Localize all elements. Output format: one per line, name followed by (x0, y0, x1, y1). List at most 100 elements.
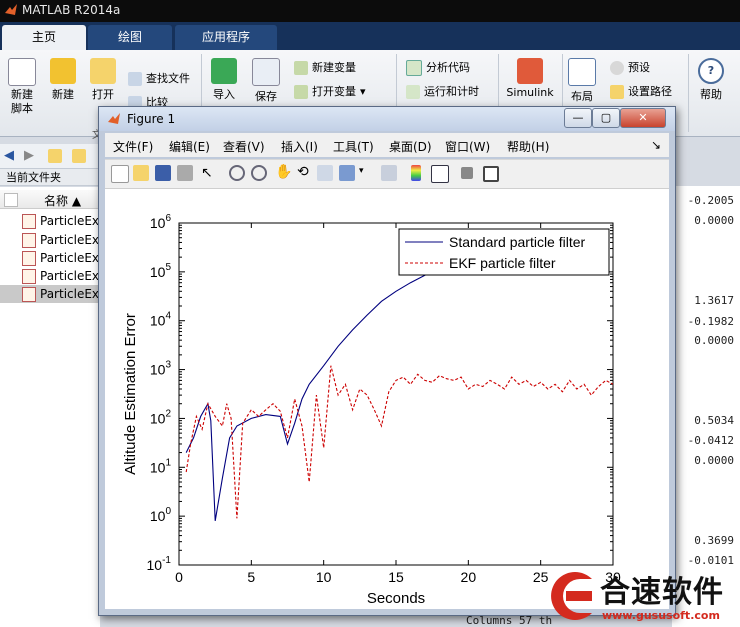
menu-desktop[interactable]: 桌面(D) (389, 138, 432, 155)
menu-window[interactable]: 窗口(W) (445, 138, 490, 155)
save-workspace-icon (252, 58, 280, 86)
minimize-button[interactable]: — (564, 108, 592, 128)
run-and-time-button[interactable]: 运行和计时 (406, 83, 479, 99)
name-column-header[interactable]: 名称 ▲ (0, 190, 100, 209)
open-button[interactable]: 打开 (86, 58, 120, 102)
find-files-icon (128, 72, 142, 86)
pan-hand-icon[interactable]: ✋ (275, 164, 292, 180)
browse-folder-icon[interactable] (72, 149, 86, 163)
address-bar: ◀ ▶ (0, 144, 100, 168)
help-button[interactable]: ? 帮助 (694, 58, 728, 102)
run-and-time-label: 运行和计时 (424, 85, 479, 98)
menu-view[interactable]: 查看(V) (223, 138, 265, 155)
y-tick-label: 102 (150, 408, 172, 426)
find-files-button[interactable]: 查找文件 (128, 70, 190, 86)
open-label: 打开 (92, 88, 114, 101)
link-plot-icon[interactable] (381, 165, 397, 181)
chevron-down-icon[interactable]: ▾ (359, 166, 364, 176)
simulink-icon (517, 58, 543, 84)
forward-arrow-icon[interactable]: ▶ (24, 148, 34, 163)
brush-icon[interactable] (339, 165, 355, 181)
open-file-icon[interactable] (133, 165, 149, 181)
y-axis-label: Altitude Estimation Error (122, 313, 139, 475)
simulink-button[interactable]: Simulink (504, 58, 556, 99)
x-tick-label: 20 (461, 569, 477, 585)
show-plot-tools-icon[interactable] (483, 166, 499, 182)
menu-help[interactable]: 帮助(H) (507, 138, 549, 155)
output-value: -0.1982 (687, 315, 734, 328)
rotate-3d-icon[interactable]: ⟲ (297, 164, 309, 180)
x-axis-label: Seconds (367, 590, 425, 607)
save-button[interactable]: 保存 (250, 58, 282, 104)
analyze-code-button[interactable]: 分析代码 (406, 59, 470, 76)
y-tick-exponent: 0 (165, 506, 171, 517)
legend-icon[interactable] (431, 165, 449, 183)
matlab-logo-icon (5, 4, 17, 15)
new-figure-icon[interactable] (111, 165, 129, 183)
figure-title-bar[interactable]: Figure 1 — ▢ ✕ (99, 107, 675, 131)
new-button[interactable]: 新建 (46, 58, 80, 102)
matlab-title-bar: MATLAB R2014a (0, 0, 740, 22)
figure-window: Figure 1 — ▢ ✕ 文件(F) 编辑(E) 查看(V) 插入(I) 工… (98, 106, 676, 616)
layout-button[interactable]: 布局 (566, 58, 598, 104)
set-path-button[interactable]: 设置路径 (610, 83, 672, 99)
import-button[interactable]: 导入 (208, 58, 240, 102)
mfile-icon (22, 269, 36, 284)
back-arrow-icon[interactable]: ◀ (4, 148, 14, 163)
legend-label: Standard particle filter (449, 234, 586, 250)
zoom-out-icon[interactable] (251, 165, 267, 181)
column-checkbox[interactable] (4, 193, 18, 207)
new-script-button[interactable]: 新建 脚本 (4, 58, 40, 116)
folder-path-icon (610, 85, 624, 99)
colorbar-icon[interactable] (411, 165, 421, 181)
menu-edit[interactable]: 编辑(E) (169, 138, 210, 155)
y-tick-exponent: 1 (165, 457, 171, 468)
preferences-button[interactable]: 预设 (610, 59, 650, 75)
y-tick-exponent: 2 (165, 408, 171, 419)
zoom-in-icon[interactable] (229, 165, 245, 181)
output-value: -0.0412 (687, 434, 734, 447)
file-item[interactable]: ParticleEx (0, 267, 100, 285)
matlab-logo-icon (108, 113, 120, 124)
dock-arrow-icon[interactable]: ↘ (651, 138, 661, 152)
ribbon-divider (688, 54, 689, 132)
y-tick-label: 105 (150, 262, 172, 280)
file-item[interactable]: ParticleEx (0, 212, 100, 230)
menu-file[interactable]: 文件(F) (113, 138, 153, 155)
tab-apps[interactable]: 应用程序 (175, 25, 277, 50)
import-icon (211, 58, 237, 84)
up-folder-icon[interactable] (48, 149, 62, 163)
output-value: 0.0000 (694, 454, 734, 467)
find-files-label: 查找文件 (146, 72, 190, 85)
data-cursor-icon[interactable] (317, 165, 333, 181)
ribbon-tab-bar: 主页 绘图 应用程序 (0, 22, 740, 50)
new-variable-button[interactable]: 新建变量 (294, 59, 356, 75)
y-tick-exponent: -1 (162, 555, 171, 566)
hide-plot-tools-icon[interactable] (461, 167, 473, 179)
new-variable-icon (294, 61, 308, 75)
menu-insert[interactable]: 插入(I) (281, 138, 318, 155)
pointer-icon[interactable]: ↖ (201, 165, 213, 181)
folder-icon (90, 58, 116, 84)
figure-toolbar: ↖ ✋ ⟲ ▾ (105, 159, 669, 189)
set-path-label: 设置路径 (628, 85, 672, 98)
save-icon[interactable] (155, 165, 171, 181)
y-tick-label: 101 (150, 457, 172, 475)
mfile-icon (22, 287, 36, 302)
tab-home[interactable]: 主页 (2, 25, 86, 50)
file-item-selected[interactable]: ParticleEx (0, 285, 100, 303)
tab-plots[interactable]: 绘图 (88, 25, 172, 50)
open-variable-button[interactable]: 打开变量 ▾ (294, 83, 366, 99)
print-icon[interactable] (177, 165, 193, 181)
y-tick-label: 103 (150, 360, 172, 378)
y-tick-label: 10-1 (147, 555, 172, 573)
menu-tools[interactable]: 工具(T) (333, 138, 374, 155)
output-value: 0.5034 (694, 414, 734, 427)
file-item[interactable]: ParticleEx (0, 231, 100, 249)
command-window[interactable]: -0.2005 0.0000 1.3617 -0.1982 0.0000 0.5… (672, 186, 740, 627)
close-button[interactable]: ✕ (620, 108, 666, 128)
file-item[interactable]: ParticleEx (0, 249, 100, 267)
watermark-url: www.gususoft.com (602, 609, 720, 622)
maximize-button[interactable]: ▢ (592, 108, 620, 128)
output-value: 1.3617 (694, 294, 734, 307)
